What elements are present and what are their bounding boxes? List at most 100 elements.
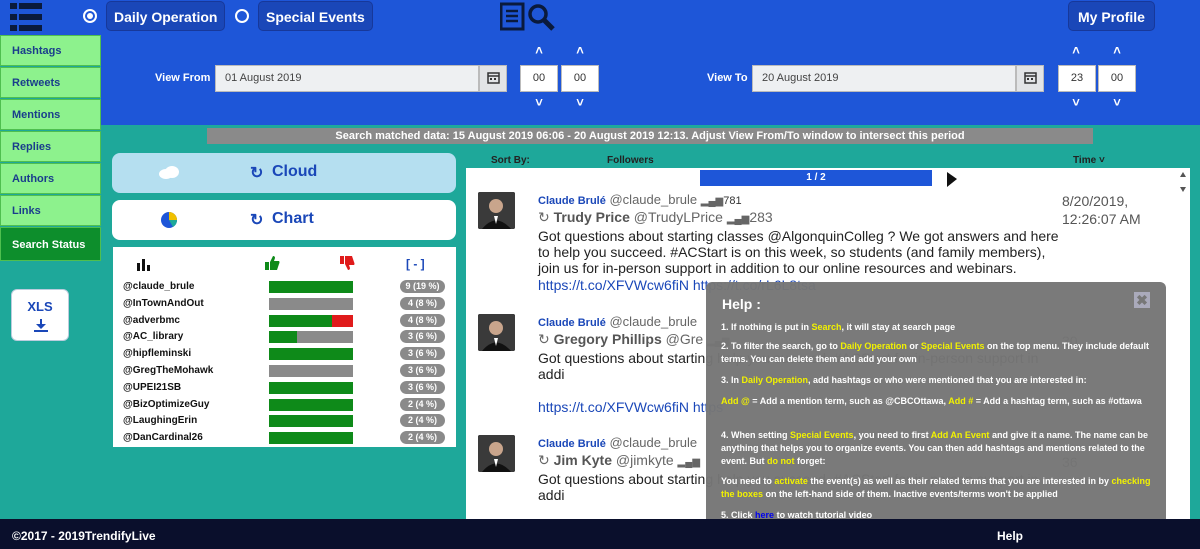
author-count-badge: 3 (6 %)	[400, 347, 445, 361]
author-handle: @DanCardinal26	[123, 432, 203, 444]
sidebar-item-hashtags[interactable]: Hashtags	[0, 35, 101, 66]
positive-fill	[269, 432, 353, 445]
sidebar-item-search-status[interactable]: Search Status	[0, 227, 101, 261]
author-row[interactable]: @DanCardinal26 2 (4 %)	[123, 430, 453, 446]
retweeted-handle[interactable]: @Gre	[666, 331, 704, 347]
to-min-input[interactable]: 00	[1098, 65, 1136, 92]
sentiment-bar	[269, 398, 353, 411]
bar-chart-icon[interactable]	[136, 257, 152, 271]
my-profile-button[interactable]: My Profile	[1068, 1, 1155, 31]
author-handle: @InTownAndOut	[123, 297, 204, 309]
signal-icon: ▂▄▆	[700, 196, 724, 207]
author-row[interactable]: @AC_library 3 (6 %)	[123, 329, 453, 345]
tweet-link[interactable]: https://t.co/XFVWcw6fiN https	[538, 399, 723, 415]
author-row[interactable]: @adverbmc 4 (8 %)	[123, 313, 453, 329]
to-hour-input[interactable]: 23	[1058, 65, 1096, 92]
help-item-4-detail: You need to activate the event(s) as wel…	[721, 476, 1151, 499]
next-page-icon[interactable]	[946, 171, 958, 188]
sidebar-item-replies[interactable]: Replies	[0, 131, 101, 162]
special-events-button[interactable]: Special Events	[258, 1, 373, 31]
close-icon[interactable]: ✖	[1134, 292, 1150, 308]
to-min-up-icon[interactable]: ˄	[1097, 43, 1137, 58]
sentiment-bar	[269, 415, 353, 428]
collapse-toggle[interactable]: [ - ]	[406, 257, 425, 271]
author-handle: @claude_brule	[123, 281, 195, 292]
author-row[interactable]: @claude_brule 9 (19 %)	[123, 279, 453, 295]
daily-operation-button[interactable]: Daily Operation	[106, 1, 226, 31]
retweet-icon: ↻	[538, 452, 550, 468]
sentiment-bar	[269, 297, 353, 310]
tweet-handle[interactable]: @claude_brule	[609, 192, 697, 207]
author-handle: @AC_library	[123, 331, 184, 343]
to-hour-up-icon[interactable]: ˄	[1056, 43, 1096, 58]
tweet-time: 12:26:07 AM	[1062, 211, 1141, 227]
from-min-up-icon[interactable]: ˄	[560, 43, 600, 58]
author-row[interactable]: @hipfleminski 3 (6 %)	[123, 346, 453, 362]
sidebar-item-authors[interactable]: Authors	[0, 163, 101, 194]
avatar[interactable]	[478, 314, 515, 351]
daily-operation-radio[interactable]	[83, 9, 97, 23]
author-row[interactable]: @InTownAndOut 4 (8 %)	[123, 296, 453, 312]
positive-fill	[269, 281, 353, 293]
author-handle: @adverbmc	[123, 314, 180, 326]
top-bar: Daily Operation Special Events My Profil…	[0, 0, 1200, 35]
tweet-author[interactable]: Claude Brulé	[538, 438, 606, 450]
sort-time[interactable]: Time ˅	[1073, 155, 1105, 166]
author-row[interactable]: @BizOptimizeGuy 2 (4 %)	[123, 397, 453, 413]
footer-help-link[interactable]: Help	[997, 529, 1023, 543]
to-hour-down-icon[interactable]: ˅	[1056, 95, 1096, 110]
avatar[interactable]	[478, 435, 515, 472]
search-list-icon[interactable]	[500, 2, 557, 32]
tweet-handle[interactable]: @claude_brule	[609, 435, 697, 450]
sentiment-bar	[269, 365, 353, 377]
view-to-date-input[interactable]: 20 August 2019	[752, 65, 1016, 92]
sidebar-item-links[interactable]: Links	[0, 195, 101, 226]
cloud-label: Cloud	[272, 163, 318, 180]
thumbs-down-icon[interactable]	[339, 255, 356, 271]
retweeted-author[interactable]: Jim Kyte	[554, 452, 612, 468]
sidebar-item-retweets[interactable]: Retweets	[0, 67, 101, 98]
author-count-badge: 2 (4 %)	[400, 414, 445, 428]
from-hour-up-icon[interactable]: ˄	[519, 43, 559, 58]
sidebar-item-mentions[interactable]: Mentions	[0, 99, 101, 130]
pagination-indicator: 1 / 2	[700, 170, 932, 186]
to-calendar-button[interactable]	[1016, 65, 1044, 92]
tweet-author[interactable]: Claude Brulé	[538, 317, 606, 329]
menu-icon[interactable]	[10, 3, 42, 31]
sort-followers[interactable]: Followers	[607, 155, 654, 166]
thumbs-up-icon[interactable]	[264, 255, 281, 271]
help-item-1: 1. If nothing is put in Search, it will …	[721, 322, 956, 332]
retweeted-handle[interactable]: @TrudyLPrice	[634, 209, 723, 225]
positive-fill	[269, 331, 297, 344]
refresh-icon: ↻	[250, 165, 264, 182]
cloud-button[interactable]: ↻ Cloud	[112, 153, 456, 193]
sentiment-bar	[269, 432, 353, 445]
sort-by-label: Sort By:	[491, 155, 530, 166]
chart-button[interactable]: ↻ Chart	[112, 200, 456, 240]
scrollbar[interactable]	[1177, 170, 1189, 194]
avatar[interactable]	[478, 192, 515, 229]
from-min-down-icon[interactable]: ˅	[560, 95, 600, 110]
retweet-icon: ↻	[538, 209, 550, 225]
from-hour-input[interactable]: 00	[520, 65, 558, 92]
tweet-timestamp: 8/20/2019, 12:26:07 AM	[1062, 192, 1141, 228]
author-row[interactable]: @LaughingErin 2 (4 %)	[123, 413, 453, 429]
sentiment-bar	[269, 348, 353, 361]
author-row[interactable]: @UPEI21SB 3 (6 %)	[123, 380, 453, 396]
retweeted-author[interactable]: Trudy Price	[554, 209, 630, 225]
refresh-icon: ↻	[250, 212, 264, 229]
download-icon	[34, 319, 48, 332]
from-calendar-button[interactable]	[479, 65, 507, 92]
to-min-down-icon[interactable]: ˅	[1097, 95, 1137, 110]
author-handle: @GregTheMohawk	[123, 365, 214, 376]
tweet-author[interactable]: Claude Brulé	[538, 195, 606, 207]
from-min-input[interactable]: 00	[561, 65, 599, 92]
xls-export-button[interactable]: XLS	[11, 289, 69, 341]
from-hour-down-icon[interactable]: ˅	[519, 95, 559, 110]
retweeted-author[interactable]: Gregory Phillips	[554, 331, 662, 347]
retweeted-handle[interactable]: @jimkyte	[616, 452, 674, 468]
special-events-radio[interactable]	[235, 9, 249, 23]
tweet-handle[interactable]: @claude_brule	[609, 314, 697, 329]
author-row[interactable]: @GregTheMohawk 3 (6 %)	[123, 363, 453, 379]
view-from-date-input[interactable]: 01 August 2019	[215, 65, 479, 92]
